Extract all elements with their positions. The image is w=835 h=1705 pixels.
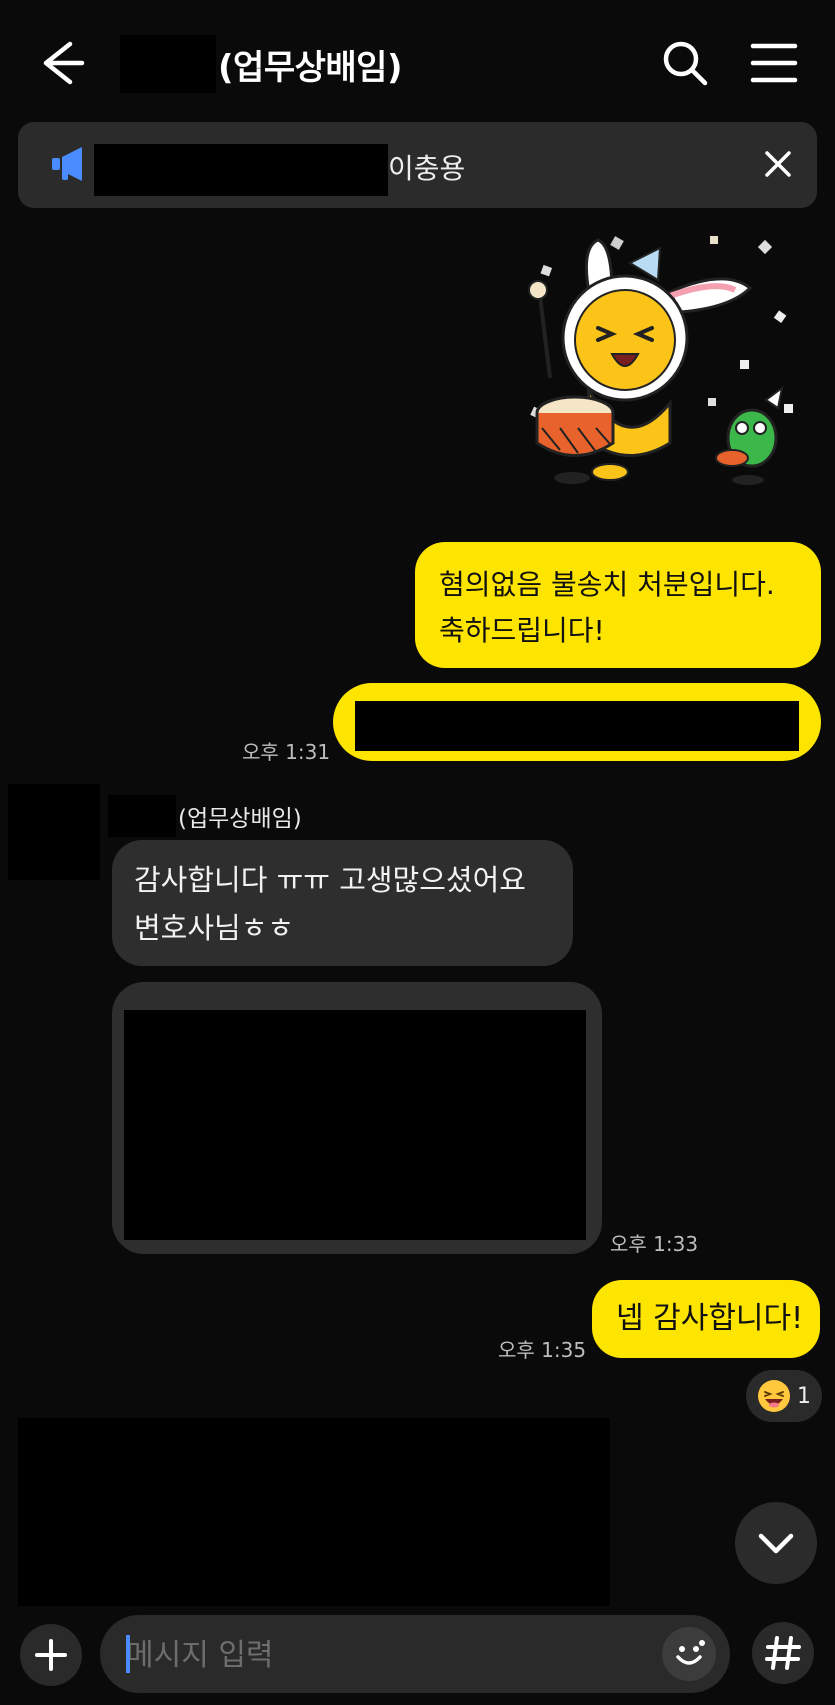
chat-title: (업무상배임) xyxy=(120,34,402,94)
arrow-left-icon xyxy=(43,41,85,85)
sent-message-bubble[interactable]: 넵 감사합니다! xyxy=(592,1280,820,1358)
received-message-bubble[interactable]: 감사합니다 ㅠㅠ 고생많으셨어요 변호사님ㅎㅎ xyxy=(112,840,573,966)
reaction-badge[interactable]: 1 xyxy=(746,1370,822,1422)
reaction-count: 1 xyxy=(797,1383,811,1409)
notice-banner[interactable]: 이충용 xyxy=(18,122,817,208)
celebration-sticker[interactable] xyxy=(520,228,820,528)
menu-button[interactable] xyxy=(745,34,803,92)
received-media-bubble[interactable] xyxy=(112,982,602,1254)
search-icon xyxy=(663,41,708,86)
scroll-to-bottom-button[interactable] xyxy=(735,1502,817,1584)
back-button[interactable] xyxy=(30,32,92,94)
notice-close-button[interactable] xyxy=(758,144,798,184)
message-text-line: 감사합니다 ㅠㅠ 고생많으셨어요 xyxy=(134,863,526,897)
redacted-media xyxy=(124,1010,586,1240)
notice-text: 이충용 xyxy=(388,152,466,185)
laughing-emoji-icon xyxy=(758,1380,790,1412)
chat-header: (업무상배임) xyxy=(0,0,835,122)
megaphone-icon xyxy=(48,142,92,186)
sent-message-bubble[interactable] xyxy=(333,683,821,761)
sender-name: (업무상배임) xyxy=(108,794,302,838)
message-timestamp: 오후 1:33 xyxy=(610,1232,699,1256)
message-text: 넵 감사합니다! xyxy=(616,1301,804,1336)
avatar[interactable] xyxy=(8,784,100,880)
redacted-notice-text xyxy=(94,144,388,196)
sender-name-text: (업무상배임) xyxy=(178,806,302,832)
chat-title-text: (업무상배임) xyxy=(218,47,402,88)
hash-icon xyxy=(765,1636,801,1670)
text-cursor xyxy=(126,1635,130,1673)
message-timestamp: 오후 1:35 xyxy=(498,1338,587,1362)
redacted-name xyxy=(120,35,216,93)
chevron-down-icon xyxy=(758,1533,794,1554)
emoji-button[interactable] xyxy=(662,1627,716,1681)
close-icon xyxy=(765,151,791,177)
hash-search-button[interactable] xyxy=(752,1622,814,1684)
menu-icon xyxy=(750,43,798,83)
message-text-line: 축하드립니다! xyxy=(439,614,605,647)
attach-button[interactable] xyxy=(20,1624,82,1686)
redacted-sender xyxy=(108,795,176,837)
search-button[interactable] xyxy=(656,34,714,92)
redacted-message-content xyxy=(355,701,799,751)
emoji-icon xyxy=(676,1640,705,1665)
message-input[interactable] xyxy=(124,1629,628,1681)
message-text-line: 변호사님ㅎㅎ xyxy=(134,911,295,945)
message-composer xyxy=(100,1615,730,1693)
redacted-message-area xyxy=(18,1418,610,1606)
sent-message-bubble[interactable]: 혐의없음 불송치 처분입니다. 축하드립니다! xyxy=(415,542,821,668)
message-timestamp: 오후 1:31 xyxy=(242,740,331,764)
plus-icon xyxy=(35,1639,67,1671)
message-text-line: 혐의없음 불송치 처분입니다. xyxy=(439,568,775,601)
